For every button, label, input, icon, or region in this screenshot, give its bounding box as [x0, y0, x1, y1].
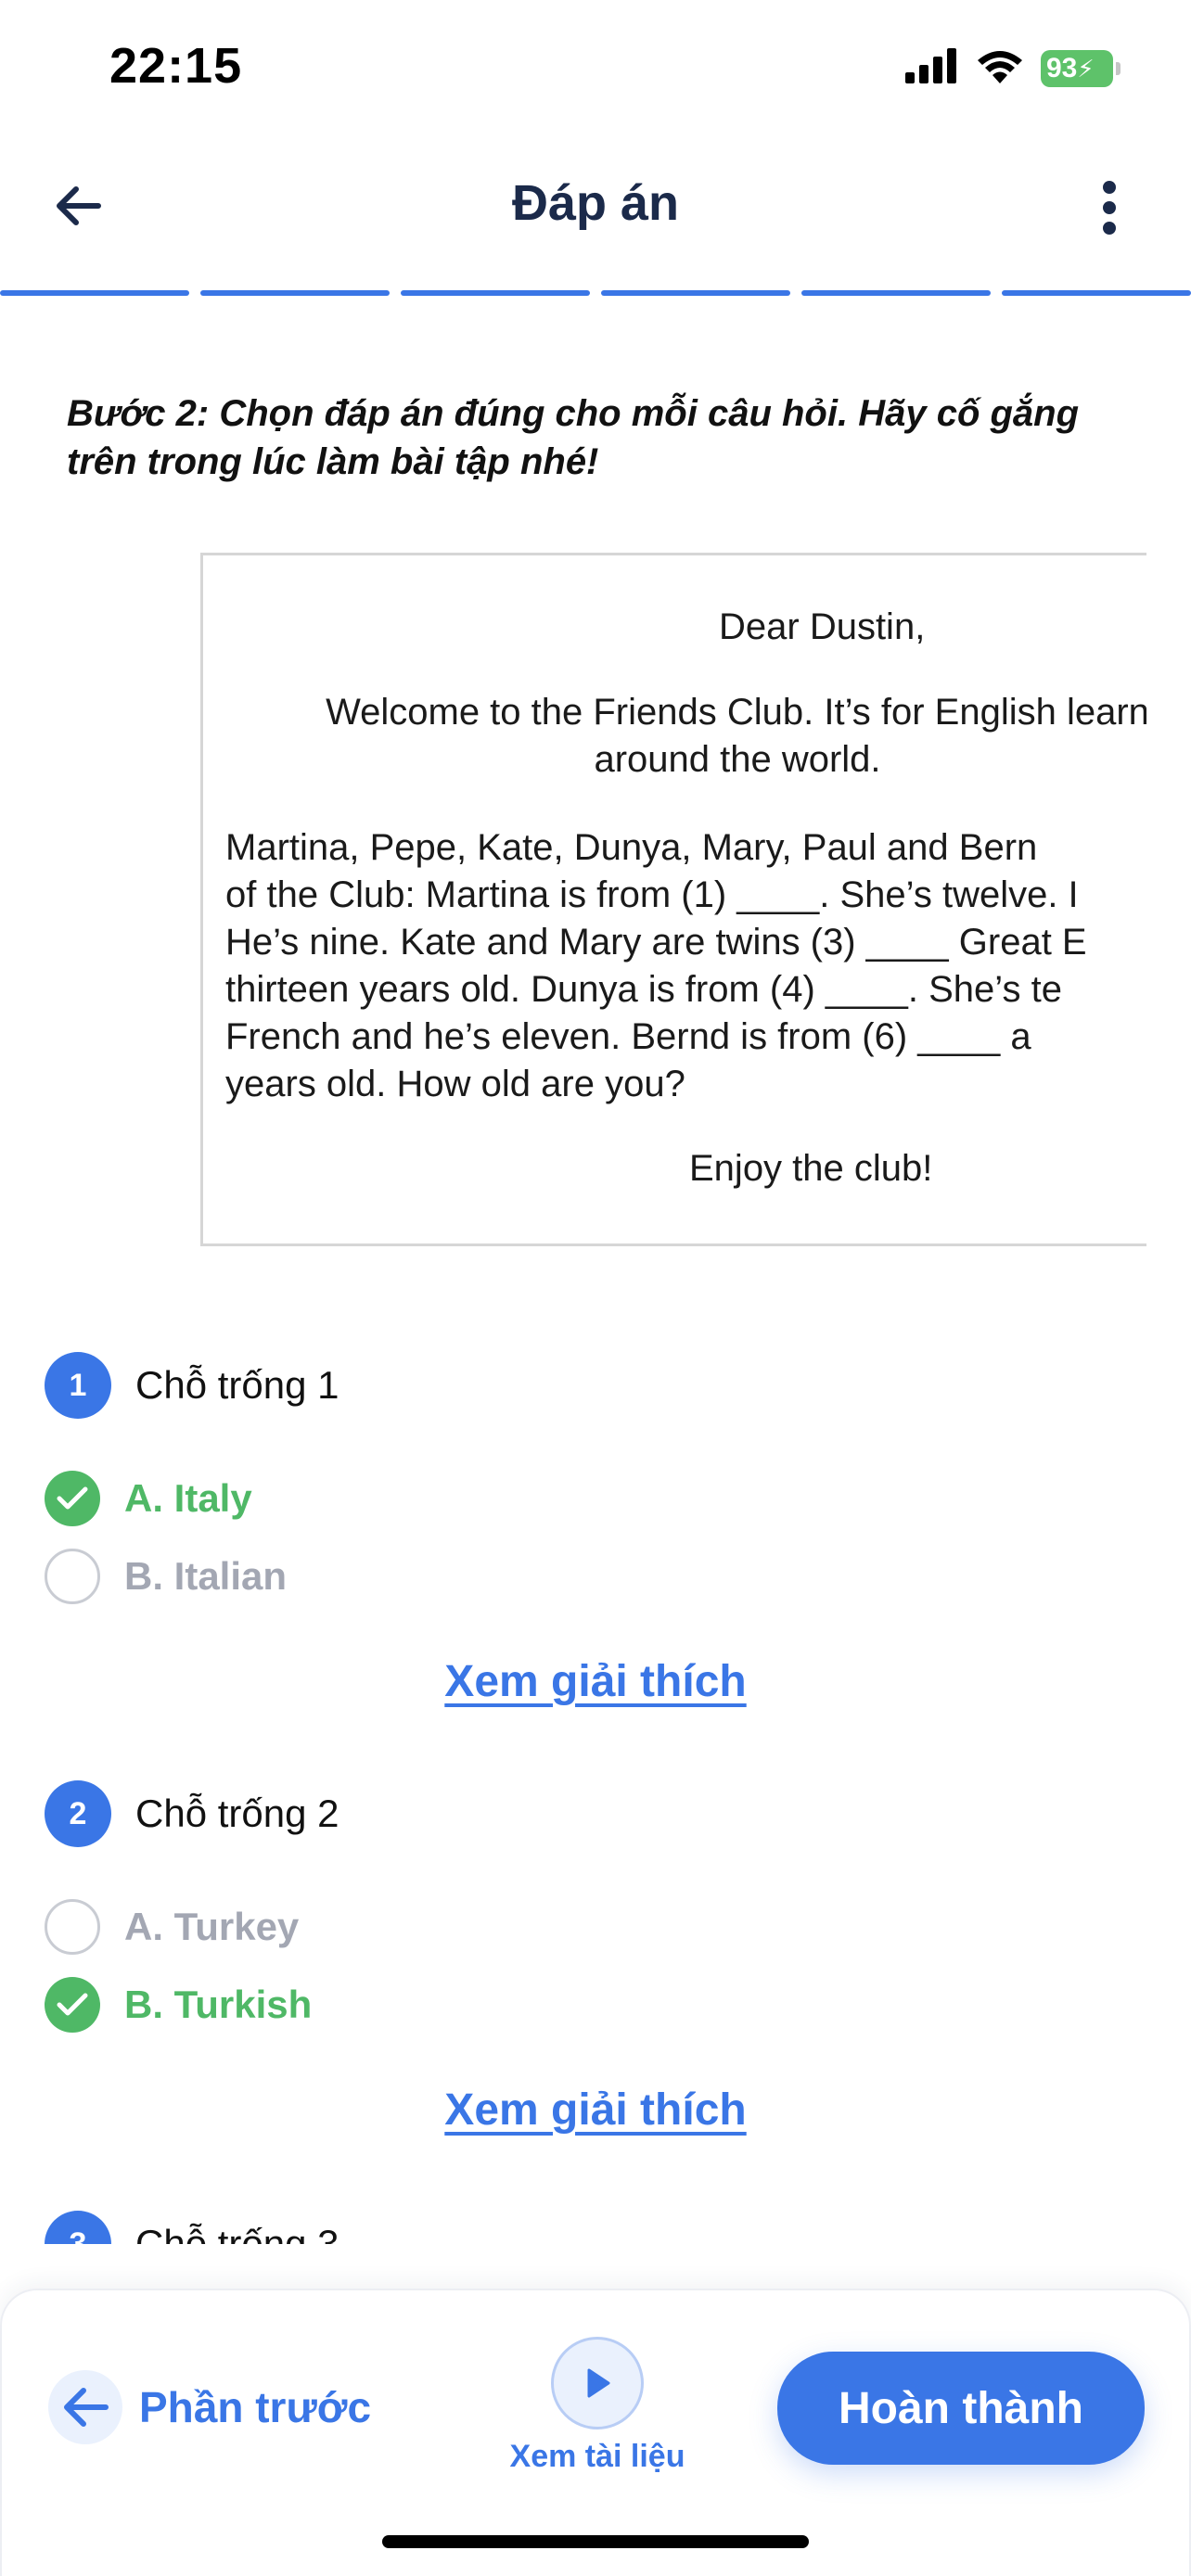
passage-line: He’s nine. Kate and Mary are twins (3) _… — [225, 922, 1087, 963]
view-explanation-link[interactable]: Xem giải thích — [0, 2085, 1191, 2136]
answer-option-correct[interactable]: A. Italy — [45, 1471, 252, 1526]
question-title: Chỗ trống 1 — [135, 1363, 339, 1407]
signal-icon — [905, 48, 959, 88]
status-bar: 22:15 93⚡ — [0, 0, 1191, 130]
passage-welcome: Welcome to the Friends Club. It’s for En… — [237, 689, 1149, 784]
progress-segment — [601, 290, 790, 296]
status-icons: 93⚡ — [905, 48, 1121, 88]
question-header-clipped: 3 Chỗ trống 3 — [0, 2207, 1191, 2244]
passage-line: thirteen years old. Dunya is from (4) __… — [225, 969, 1062, 1010]
passage-line: around the world. — [594, 739, 881, 780]
passage-line: years old. How old are you? — [225, 1064, 685, 1104]
previous-section-button[interactable]: Phần trước — [48, 2370, 371, 2444]
instruction-line: trên trong lúc làm bài tập nhé! — [67, 441, 599, 482]
step-progress — [0, 290, 1191, 298]
option-label: A. Turkey — [124, 1905, 300, 1948]
passage-line: Martina, Pepe, Kate, Dunya, Mary, Paul a… — [225, 827, 1038, 868]
check-circle-icon — [45, 1977, 100, 2033]
instruction-line: Bước 2: Chọn đáp án đúng cho mỗi câu hỏi… — [67, 393, 1080, 434]
finish-button[interactable]: Hoàn thành — [777, 2352, 1145, 2465]
progress-segment — [801, 290, 991, 296]
answer-option-correct[interactable]: B. Turkish — [45, 1977, 312, 2033]
passage-clip: Dear Dustin, Welcome to the Friends Club… — [0, 0, 1149, 2576]
previous-section-label: Phần trước — [139, 2383, 372, 2431]
question-number-badge: 3 — [45, 2211, 111, 2244]
answer-option[interactable]: A. Turkey — [45, 1899, 299, 1955]
check-circle-icon — [45, 1471, 100, 1526]
view-material-button[interactable]: Xem tài liệu — [486, 2337, 709, 2475]
progress-segment — [200, 290, 390, 296]
view-explanation-link[interactable]: Xem giải thích — [0, 1656, 1191, 1707]
passage-line: Welcome to the Friends Club. It’s for En… — [326, 692, 1149, 733]
passage-line: French and he’s eleven. Bernd is from (6… — [225, 1016, 1031, 1057]
progress-segment — [401, 290, 590, 296]
answer-option[interactable]: B. Italian — [45, 1549, 287, 1604]
progress-segment — [1002, 290, 1191, 296]
battery-level: 93 — [1046, 52, 1078, 83]
home-indicator — [382, 2535, 809, 2548]
passage-signoff: Enjoy the club! — [689, 1148, 933, 1189]
passage-line: of the Club: Martina is from (1) ____. S… — [225, 874, 1079, 915]
passage-body: Martina, Pepe, Kate, Dunya, Mary, Paul a… — [225, 824, 1087, 1108]
app-header: Đáp án — [0, 148, 1191, 269]
more-button[interactable] — [1083, 171, 1135, 245]
reading-passage: Dear Dustin, Welcome to the Friends Club… — [200, 553, 1149, 1246]
progress-segment — [0, 290, 189, 296]
status-time: 22:15 — [109, 38, 243, 94]
option-label: B. Turkish — [124, 1983, 313, 2026]
question-number-badge: 1 — [45, 1352, 111, 1419]
view-material-label: Xem tài liệu — [509, 2439, 685, 2474]
option-label: B. Italian — [124, 1554, 288, 1598]
battery-icon: 93⚡ — [1041, 49, 1121, 87]
question-header: 2 Chỗ trống 2 — [45, 1780, 339, 1847]
play-icon — [551, 2337, 644, 2429]
passage-greeting: Dear Dustin, — [719, 606, 926, 647]
question-header: 1 Chỗ trống 1 — [45, 1352, 339, 1419]
more-vertical-icon — [1103, 181, 1116, 235]
radio-circle-icon — [45, 1899, 100, 1955]
question-number-badge: 2 — [45, 1780, 111, 1847]
radio-circle-icon — [45, 1549, 100, 1604]
option-label: A. Italy — [124, 1476, 252, 1520]
instruction-text: Bước 2: Chọn đáp án đúng cho mỗi câu hỏi… — [67, 389, 1191, 491]
page-title: Đáp án — [511, 175, 680, 231]
bottom-action-bar: Phần trước Xem tài liệu Hoàn thành — [0, 2289, 1191, 2576]
arrow-left-icon — [48, 2370, 122, 2444]
question-title: Chỗ trống 3 — [135, 2222, 339, 2244]
wifi-icon — [976, 48, 1024, 88]
question-title: Chỗ trống 2 — [135, 1792, 339, 1835]
